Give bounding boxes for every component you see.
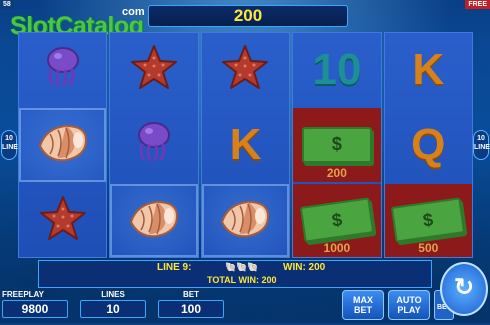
reel-cell — [110, 33, 197, 106]
jellyfish-icon — [131, 119, 177, 170]
reel-4: 10 $200 $1000 — [292, 32, 382, 258]
bet-panel-label: BET — [183, 290, 199, 299]
starfish-icon — [130, 44, 178, 95]
logo-suffix: com — [122, 6, 145, 18]
reel-2 — [109, 32, 199, 258]
line-number: LINE 9: — [157, 262, 192, 273]
payout-value: 500 — [418, 241, 439, 255]
bet-panel: BET 100 — [158, 290, 224, 320]
lines-label: LINES — [474, 144, 490, 151]
lines-panel-label: LINES — [101, 290, 125, 299]
reel-cell: $500 — [384, 183, 472, 257]
reel-cell: $200 — [293, 108, 381, 182]
freeplay-value: 9800 — [2, 300, 68, 318]
lines-indicator-left: 10 LINES — [1, 130, 23, 160]
reel-cell — [19, 108, 107, 182]
payout-value: 200 — [326, 165, 347, 180]
freeplay-label: FREEPLAY — [2, 290, 44, 299]
freeplay-panel: FREEPLAY 9800 — [2, 290, 68, 320]
reel-cell: Q — [385, 108, 472, 181]
letter-10-icon: 10 — [312, 44, 362, 94]
spin-icon: ↻ — [453, 274, 475, 301]
conch-shell-icon — [127, 196, 181, 245]
lines-count: 10 — [5, 135, 13, 142]
starfish-icon — [39, 195, 87, 246]
lines-panel: LINES 10 — [80, 290, 146, 320]
lines-label: LINES — [2, 144, 23, 151]
reel-3: K — [200, 32, 291, 258]
reel-1 — [18, 32, 108, 258]
letter-k-icon: K — [229, 119, 262, 169]
shell-icons: 🐚🐚🐚 — [225, 262, 259, 272]
jellyfish-icon — [40, 44, 86, 95]
lines-indicator-right: 10 LINES — [473, 130, 490, 160]
reel-grid: K 10 $200 $1000 K Q $500 — [18, 32, 473, 258]
starfish-icon — [221, 44, 269, 95]
conch-shell-icon — [36, 120, 90, 169]
lines-panel-value[interactable]: 10 — [80, 300, 146, 318]
reel-cell — [201, 183, 290, 257]
dollar-bills-icon: $ — [391, 197, 466, 244]
auto-play-button[interactable]: AUTO PLAY — [388, 290, 430, 320]
payout-value: 1000 — [323, 241, 351, 255]
reel-cell — [202, 33, 289, 106]
reel-cell: K — [385, 33, 472, 106]
total-win: TOTAL WIN: 200 — [207, 275, 277, 285]
bet-panel-value[interactable]: 100 — [158, 300, 224, 318]
reel-cell — [110, 108, 197, 181]
reel-cell: K — [202, 108, 289, 181]
corner-right-badge: FREE — [465, 0, 490, 9]
line-win: WIN: 200 — [283, 262, 326, 273]
reel-cell: $1000 — [293, 183, 381, 257]
dollar-bill-icon: $ — [301, 126, 372, 163]
win-info-bar: LINE 9: 🐚🐚🐚 WIN: 200 TOTAL WIN: 200 — [38, 260, 432, 288]
max-bet-button[interactable]: MAX BET — [342, 290, 384, 320]
bet-display: 200 — [148, 5, 348, 27]
reel-cell — [19, 33, 106, 106]
letter-q-icon: Q — [411, 119, 446, 169]
dollar-bills-icon: $ — [299, 197, 375, 244]
letter-k-icon: K — [412, 44, 445, 94]
lines-count: 10 — [477, 135, 485, 142]
spin-button[interactable]: ↻ — [440, 262, 488, 316]
reel-cell: 10 — [293, 33, 380, 106]
reel-cell — [19, 184, 106, 257]
reel-5: K Q $500 — [383, 32, 473, 258]
reel-cell — [110, 183, 198, 257]
conch-shell-icon — [218, 196, 272, 245]
